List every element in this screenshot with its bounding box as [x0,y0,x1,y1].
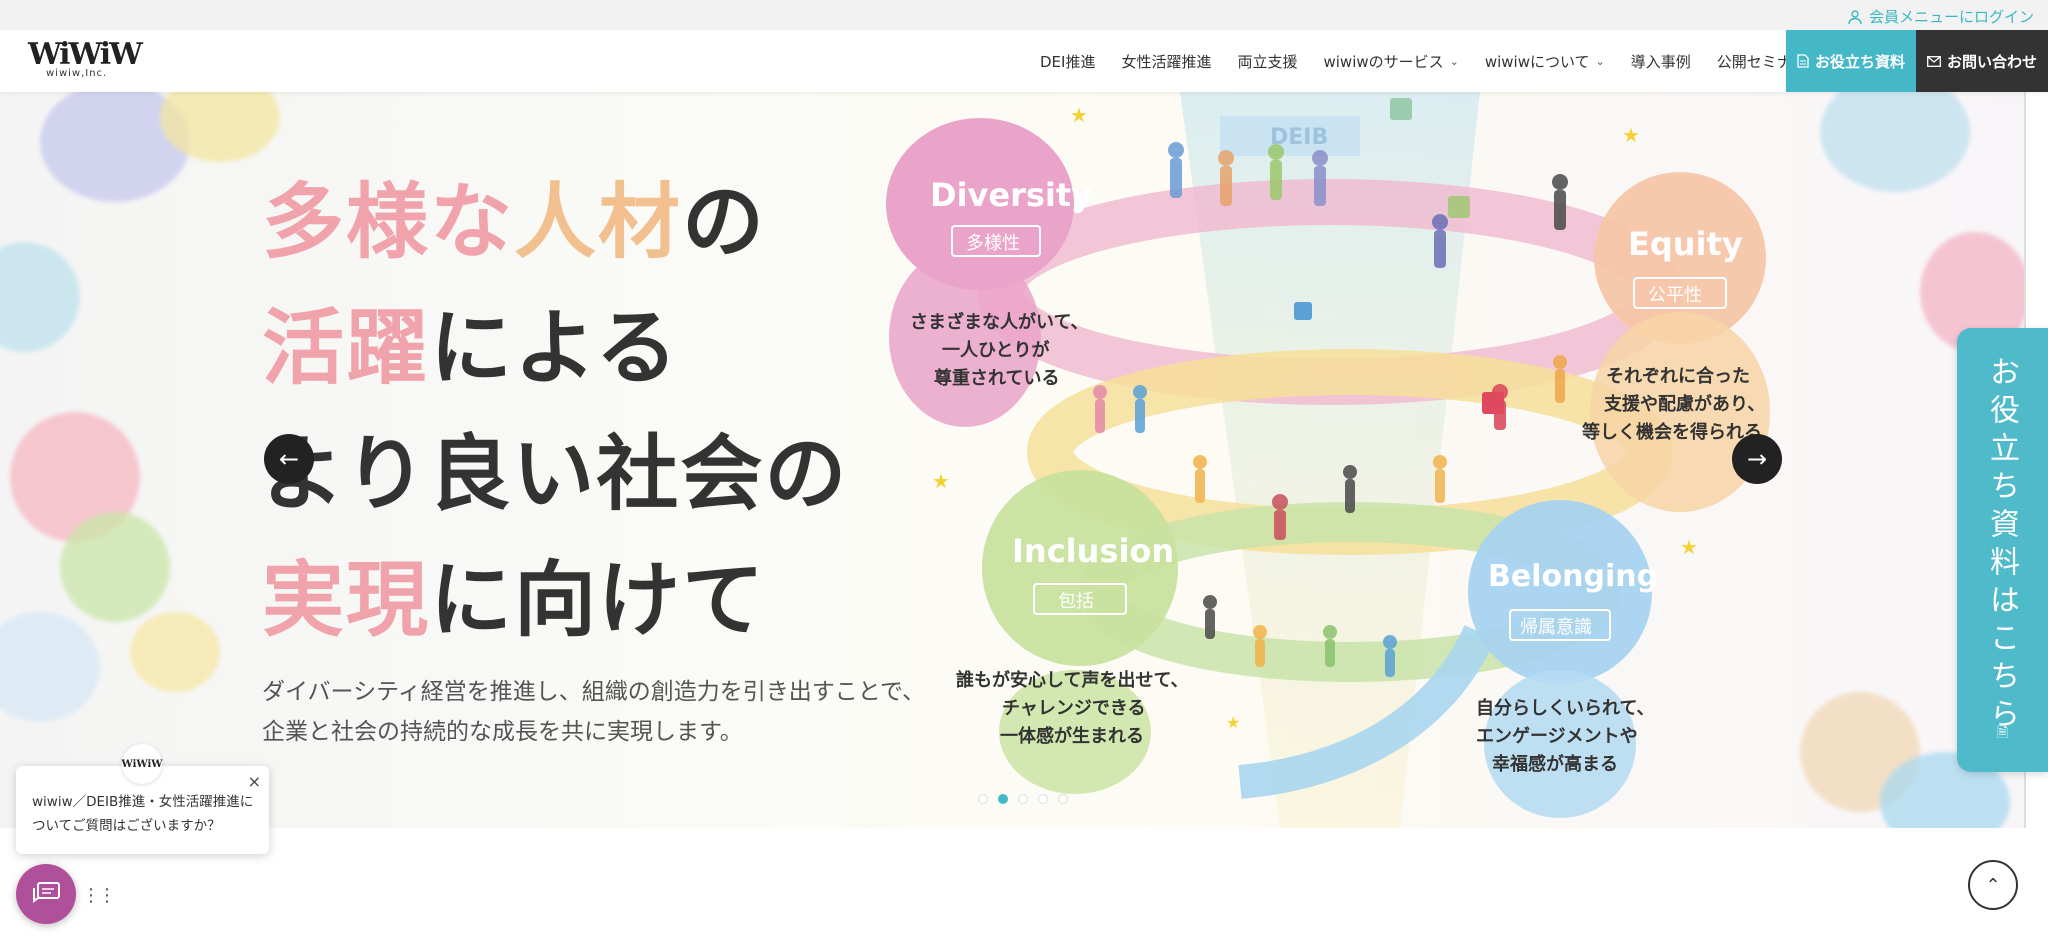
nav-item-women[interactable]: 女性活躍推進 [1121,51,1211,72]
headline-line: 多様な人材の [262,160,848,286]
site-header: WiWiW wiwiw,Inc. DEI推進 女性活躍推進 両立支援 wiwiw… [0,30,2048,92]
equity-title: Equity [1628,225,1743,263]
logo-mark: WiWiW [28,37,143,72]
top-utility-bar: 会員メニューにログイン [0,0,2048,30]
back-to-top-button[interactable]: ⌃ [1968,860,2018,910]
headline-line: より良い社会の [262,412,848,538]
slider-dot[interactable] [978,794,988,804]
chat-icon [33,882,60,903]
site-logo[interactable]: WiWiW wiwiw,Inc. [28,37,143,82]
nav-label: wiwiwのサービス [1323,52,1444,71]
chevron-up-icon: ⌃ [1985,874,2001,896]
diversity-desc: 一人ひとりが [942,339,1049,361]
member-login-label: 会員メニューにログイン [1868,8,2034,26]
headline-accent: 人材 [514,175,683,270]
nav-label: wiwiwについて [1484,52,1590,71]
decor-blob [1820,92,1970,192]
headline-accent: 実現 [262,553,431,648]
side-tab-label: お役立ち資料はこちら [1984,356,2019,736]
nav-item-about[interactable]: wiwiwについて ⌄ [1485,51,1605,72]
nav-item-dei[interactable]: DEI推進 [1040,51,1095,72]
nav-item-balance[interactable]: 両立支援 [1237,51,1297,72]
belonging-desc: 幸福感が高まる [1492,753,1618,775]
inclusion-desc: 誰もが安心して声を出せて、 [956,669,1189,691]
headline-text: による [430,301,680,396]
document-icon: 🗎 [1996,725,2009,741]
contact-button[interactable]: お問い合わせ [1916,30,2048,92]
hero-subtext-line: ダイバーシティ経営を推進し、組織の創造力を引き出すことで、 [262,679,926,705]
equity-tag: 公平性 [1648,285,1702,306]
svg-text:★: ★ [1070,103,1088,127]
nav-label: 両立支援 [1237,52,1298,71]
diversity-tag: 多様性 [966,233,1020,254]
nav-label: 導入事例 [1630,52,1691,71]
equity-desc: 等しく機会を得られる [1582,421,1762,443]
close-icon[interactable]: × [248,770,261,794]
headline-text: に向けて [430,553,767,648]
hero-subtext-line: 企業と社会の持続的な成長を共に実現します。 [262,719,743,745]
diversity-desc: さまざまな人がいて、 [910,311,1089,333]
side-materials-tab[interactable]: お役立ち資料はこちら 🗎 [1957,328,2048,772]
inclusion-title: Inclusion [1012,532,1174,570]
inclusion-desc: チャレンジできる [1002,698,1145,719]
diversity-title: Diversity [930,176,1092,214]
contact-label: お問い合わせ [1946,52,2037,71]
mail-icon [1927,55,1941,67]
hero-slider: DEIB Diversity 多様性 さまざまな人がいて、 一人ひとりが 尊重さ… [0,92,2026,828]
decor-blob [60,512,170,622]
chat-avatar: WiWiW [122,744,162,784]
belonging-desc: 自分らしくいられて、 [1476,697,1655,719]
svg-text:★: ★ [1622,123,1640,147]
chevron-down-icon: ⌄ [1595,54,1605,68]
chevron-down-icon: ⌄ [1449,54,1459,68]
chat-launcher-button[interactable] [16,864,76,924]
chat-message: wiwiw／DEIB推進・女性活躍推進に [32,794,254,810]
headline-line: 活躍による [262,286,848,412]
download-label: お役立ち資料 [1814,52,1905,71]
arrow-right-icon: → [1746,445,1768,473]
headline-text: より良い社会の [262,427,849,522]
slider-prev-button[interactable]: ← [264,434,314,484]
arrow-left-icon: ← [278,445,300,473]
main-nav: DEI推進 女性活躍推進 両立支援 wiwiwのサービス ⌄ wiwiwについて ⌄… [1040,30,1833,92]
headline-accent: 活躍 [262,301,431,396]
download-materials-button[interactable]: お役立ち資料 [1786,30,1916,92]
document-icon [1797,54,1809,68]
slider-dot[interactable] [1058,794,1068,804]
member-login-link[interactable]: 会員メニューにログイン [1847,6,2034,27]
equity-desc: それぞれに合った [1606,365,1750,387]
slider-dot-active[interactable] [998,794,1008,804]
slider-next-button[interactable]: → [1732,434,1782,484]
inclusion-desc: 一体感が生まれる [1000,725,1144,747]
chat-message: ついてご質問はございますか？ [32,818,221,834]
decor-blob [0,612,100,722]
nav-item-cases[interactable]: 導入事例 [1631,51,1691,72]
slider-dot[interactable] [1038,794,1048,804]
headline-line: 実現に向けて [262,538,848,664]
equity-desc: 支援や配慮があり、 [1603,393,1765,415]
nav-label: DEI推進 [1040,52,1096,71]
decor-blob [0,242,80,352]
headline-text: の [682,175,767,270]
belonging-title: Belonging [1488,559,1658,594]
belonging-tag: 帰属意識 [1520,617,1592,638]
slider-pagination [978,794,1068,804]
slider-dot[interactable] [1018,794,1028,804]
svg-text:★: ★ [932,469,950,493]
svg-text:★: ★ [1680,535,1698,559]
nav-label: 女性活躍推進 [1121,52,1212,71]
headline-accent: 多様な [262,175,515,270]
svg-text:★: ★ [1226,713,1240,732]
user-icon [1848,9,1862,24]
hero-headline: 多様な人材の 活躍による より良い社会の 実現に向けて [262,160,848,664]
hero-subtext: ダイバーシティ経営を推進し、組織の創造力を引き出すことで、 企業と社会の持続的な… [262,672,925,752]
drag-handle-icon[interactable]: ⋮⋮ [82,885,116,906]
inclusion-tag: 包括 [1058,591,1094,612]
nav-item-services[interactable]: wiwiwのサービス ⌄ [1323,51,1458,72]
deib-illustration: DEIB Diversity 多様性 さまざまな人がいて、 一人ひとりが 尊重さ… [886,92,1770,828]
decor-blob [130,612,220,692]
belonging-desc: エンゲージメントや [1476,725,1638,747]
diversity-desc: 尊重されている [934,367,1059,389]
